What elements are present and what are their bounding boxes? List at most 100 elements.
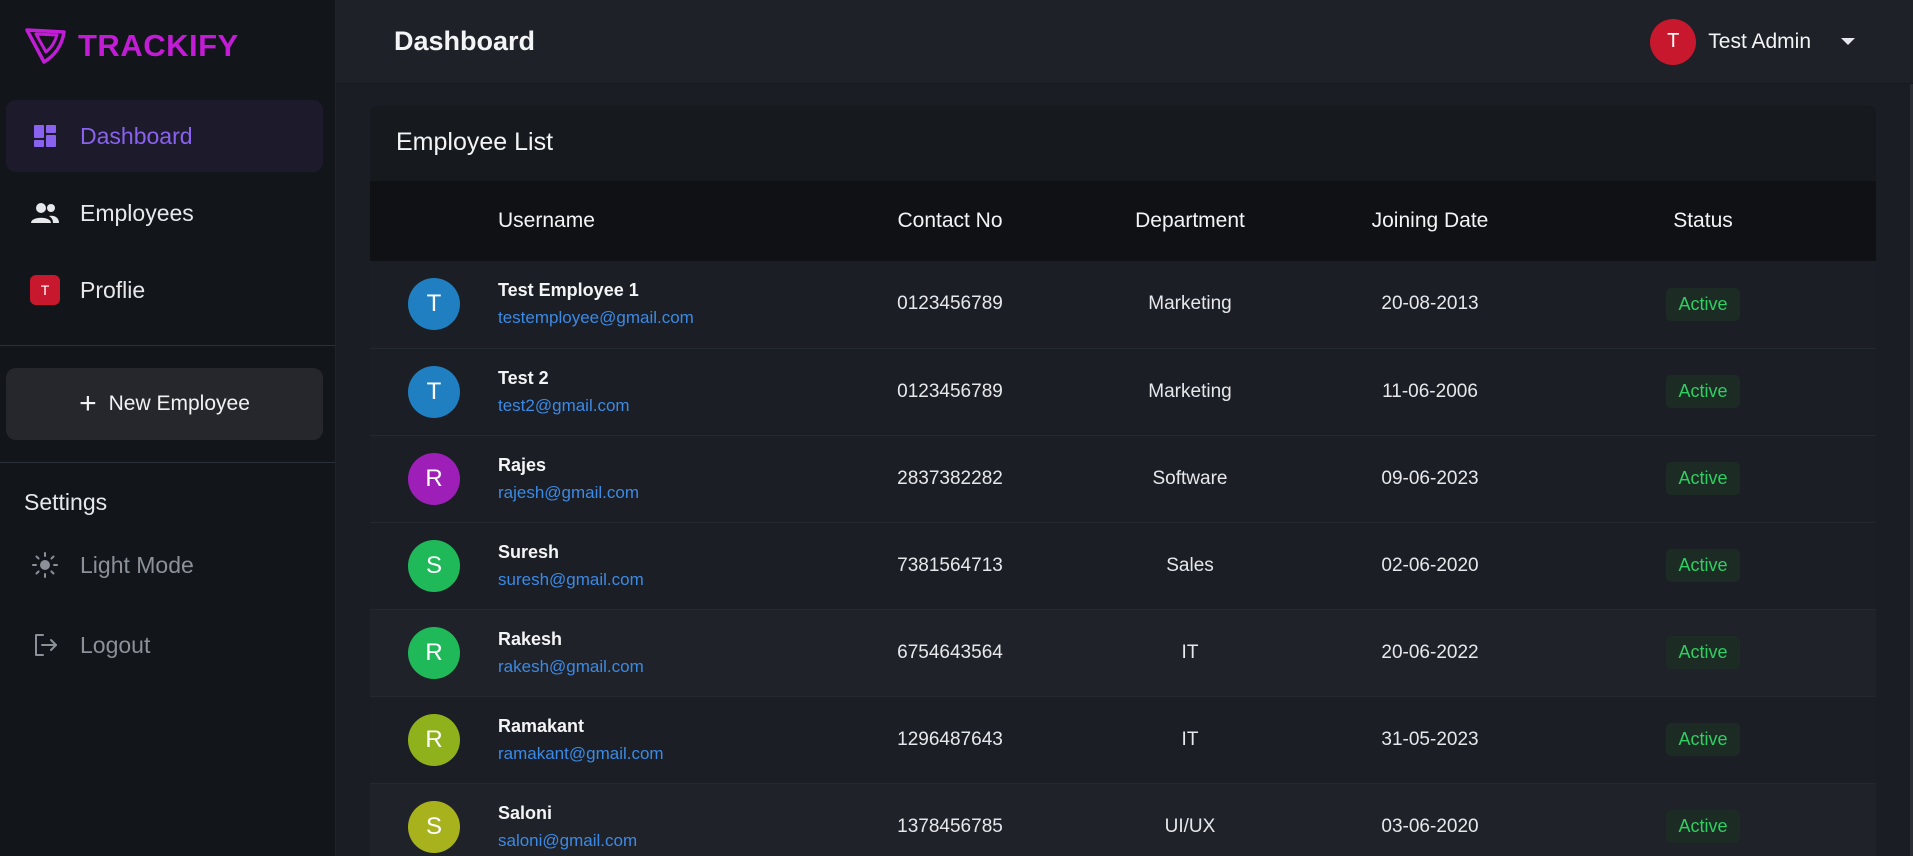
employee-email[interactable]: saloni@gmail.com bbox=[498, 831, 850, 851]
contact-cell: 1378456785 bbox=[897, 815, 1003, 837]
trackify-logo-icon bbox=[25, 28, 66, 64]
joining-date-cell: 11-06-2006 bbox=[1382, 380, 1478, 402]
username-cell: Test Employee 1 testemployee@gmail.com bbox=[498, 261, 850, 348]
department-cell: IT bbox=[1181, 641, 1199, 663]
column-header-username: Username bbox=[498, 209, 595, 232]
table-row[interactable]: S Saloni saloni@gmail.com 1378456785 UI/UX 03… bbox=[370, 783, 1876, 856]
avatar: R bbox=[408, 452, 460, 505]
avatar: S bbox=[408, 800, 460, 853]
table-row[interactable]: R Ramakant ramakant@gmail.com 1296487643 IT 3… bbox=[370, 696, 1876, 783]
people-icon bbox=[30, 198, 60, 228]
sidebar-item-label: Dashboard bbox=[80, 122, 193, 149]
status-cell: Active bbox=[1530, 522, 1876, 609]
status-cell: Active bbox=[1530, 348, 1876, 435]
sidebar-item-employees[interactable]: Employees bbox=[6, 177, 323, 249]
avatar-cell: S bbox=[370, 783, 498, 856]
plus-icon: + bbox=[79, 387, 97, 420]
joining-date-cell: 09-06-2023 bbox=[1381, 467, 1479, 489]
username-cell: Ramakant ramakant@gmail.com bbox=[498, 696, 850, 783]
sun-icon bbox=[30, 550, 60, 580]
column-header-status: Status bbox=[1673, 209, 1733, 232]
logout-button[interactable]: Logout bbox=[0, 605, 335, 685]
joining-date-cell: 31-05-2023 bbox=[1381, 728, 1479, 750]
employee-email[interactable]: ramakant@gmail.com bbox=[498, 744, 850, 764]
avatar-cell: S bbox=[370, 522, 498, 609]
avatar-cell: R bbox=[370, 696, 498, 783]
status-cell: Active bbox=[1530, 261, 1876, 348]
employee-name: Suresh bbox=[498, 541, 560, 562]
sidebar-item-profile[interactable]: T Proflie bbox=[6, 254, 323, 326]
employee-name: Rajes bbox=[498, 454, 547, 475]
avatar: S bbox=[408, 539, 460, 592]
employee-name: Saloni bbox=[498, 802, 553, 823]
status-badge: Active bbox=[1666, 375, 1740, 408]
table-row[interactable]: S Suresh suresh@gmail.com 7381564713 Sales 02… bbox=[370, 522, 1876, 609]
status-cell: Active bbox=[1530, 696, 1876, 783]
logout-icon bbox=[30, 630, 60, 660]
department-cell: UI/UX bbox=[1164, 815, 1216, 837]
employee-email[interactable]: suresh@gmail.com bbox=[498, 570, 850, 590]
table-row[interactable]: R Rajes rajesh@gmail.com 2837382282 Software… bbox=[370, 435, 1876, 522]
contact-cell: 7381564713 bbox=[897, 554, 1003, 576]
sidebar-divider bbox=[0, 345, 335, 346]
light-mode-toggle[interactable]: Light Mode bbox=[0, 525, 335, 605]
topbar: Dashboard T Test Admin bbox=[336, 0, 1913, 84]
table-row[interactable]: T Test Employee 1 testemployee@gmail.com 01… bbox=[370, 261, 1876, 348]
table-row[interactable]: T Test 2 test2@gmail.com 0123456789 Marketin… bbox=[370, 348, 1876, 435]
username-cell: Rakesh rakesh@gmail.com bbox=[498, 609, 850, 696]
contact-cell: 1296487643 bbox=[897, 728, 1003, 750]
username-cell: Rajes rajesh@gmail.com bbox=[498, 435, 850, 522]
employee-name: Rakesh bbox=[498, 628, 563, 649]
avatar-cell: T bbox=[370, 261, 498, 348]
sidebar-item-label: Employees bbox=[80, 199, 194, 226]
avatar-cell: T bbox=[370, 348, 498, 435]
status-cell: Active bbox=[1530, 435, 1876, 522]
username-cell: Test 2 test2@gmail.com bbox=[498, 348, 850, 435]
employee-name: Ramakant bbox=[498, 715, 585, 736]
table-row[interactable]: R Rakesh rakesh@gmail.com 6754643564 IT 20-06… bbox=[370, 609, 1876, 696]
brand-logo[interactable]: TRACKIFY bbox=[0, 0, 335, 92]
employee-email[interactable]: testemployee@gmail.com bbox=[498, 308, 850, 328]
employee-list-card: Employee List Username Contact No Depart… bbox=[370, 106, 1876, 856]
page-title: Dashboard bbox=[394, 26, 536, 56]
column-header-contact: Contact No bbox=[897, 209, 1003, 232]
contact-cell: 6754643564 bbox=[897, 641, 1003, 663]
employee-email[interactable]: test2@gmail.com bbox=[498, 396, 850, 416]
avatar-column-header bbox=[370, 181, 498, 261]
sidebar-item-dashboard[interactable]: Dashboard bbox=[6, 100, 323, 172]
avatar-cell: R bbox=[370, 435, 498, 522]
employee-list-title: Employee List bbox=[396, 128, 554, 156]
table-header-row: Username Contact No Department Joining D… bbox=[370, 181, 1876, 261]
employee-email[interactable]: rakesh@gmail.com bbox=[498, 657, 850, 677]
department-cell: Marketing bbox=[1148, 293, 1232, 315]
app-root: TRACKIFY Dashboard Employees T Proflie +… bbox=[0, 0, 1913, 856]
department-cell: Marketing bbox=[1148, 380, 1232, 402]
avatar: R bbox=[408, 713, 460, 766]
employee-email[interactable]: rajesh@gmail.com bbox=[498, 483, 850, 503]
department-cell: IT bbox=[1181, 728, 1199, 750]
avatar: T bbox=[408, 365, 460, 418]
new-employee-button[interactable]: + New Employee bbox=[6, 368, 323, 440]
status-badge: Active bbox=[1666, 810, 1740, 843]
avatar-cell: R bbox=[370, 609, 498, 696]
contact-cell: 0123456789 bbox=[897, 380, 1003, 402]
status-cell: Active bbox=[1530, 609, 1876, 696]
status-badge: Active bbox=[1666, 723, 1740, 756]
sidebar: TRACKIFY Dashboard Employees T Proflie +… bbox=[0, 0, 336, 856]
contact-cell: 2837382282 bbox=[897, 467, 1003, 489]
user-menu[interactable]: T Test Admin bbox=[1650, 18, 1855, 65]
username-cell: Suresh suresh@gmail.com bbox=[498, 522, 850, 609]
main-content: Dashboard T Test Admin Employee List Use… bbox=[336, 0, 1913, 856]
profile-badge-icon: T bbox=[30, 275, 60, 305]
user-name: Test Admin bbox=[1708, 29, 1811, 53]
brand-name: TRACKIFY bbox=[78, 28, 239, 63]
status-badge: Active bbox=[1666, 287, 1740, 321]
joining-date-cell: 02-06-2020 bbox=[1381, 554, 1479, 576]
settings-heading: Settings bbox=[24, 489, 108, 515]
chevron-down-icon[interactable] bbox=[1841, 38, 1855, 45]
employee-name: Test Employee 1 bbox=[498, 280, 639, 301]
column-header-department: Department bbox=[1135, 209, 1245, 232]
contact-cell: 0123456789 bbox=[897, 293, 1003, 315]
employee-table: Username Contact No Department Joining D… bbox=[370, 181, 1876, 856]
new-employee-label: New Employee bbox=[108, 392, 250, 415]
